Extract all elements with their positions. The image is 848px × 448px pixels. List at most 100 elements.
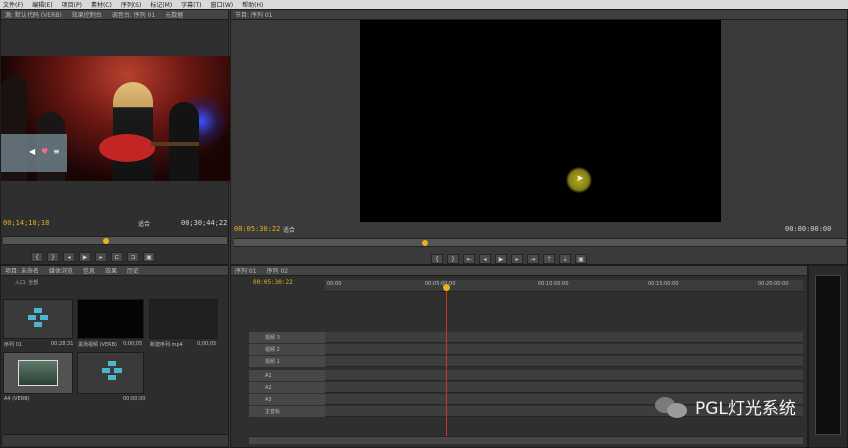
menu-marker[interactable]: 标记(M) xyxy=(150,0,172,9)
mark-out-button[interactable]: } xyxy=(47,252,59,262)
track-header[interactable]: A2 xyxy=(249,382,325,393)
program-go-out-button[interactable]: ⇥ xyxy=(527,254,539,264)
mark-in-button[interactable]: { xyxy=(31,252,43,262)
timeline-playhead-handle[interactable] xyxy=(443,284,450,291)
tab-sequence-02[interactable]: 序列 02 xyxy=(267,266,289,275)
program-mark-in-button[interactable]: { xyxy=(431,254,443,264)
tab-effects[interactable]: 效果 xyxy=(105,266,117,275)
program-play-button[interactable]: ▶ xyxy=(495,254,507,264)
track-header[interactable]: 视频 2 xyxy=(249,344,325,355)
lift-button[interactable]: ⇡ xyxy=(543,254,555,264)
menu-bar: 文件(F) 编辑(E) 项目(P) 素材(C) 序列(S) 标记(M) 字幕(T… xyxy=(0,0,848,9)
track-header[interactable]: 主音轨 xyxy=(249,406,325,417)
program-fit-select[interactable]: 适合 xyxy=(283,225,295,234)
item-duration: 00;28;31 xyxy=(51,341,74,347)
tab-program[interactable]: 节目: 序列 01 xyxy=(235,10,272,19)
program-step-back-button[interactable]: ◂ xyxy=(479,254,491,264)
track-header[interactable]: A1 xyxy=(249,370,325,381)
timeline-playhead-line[interactable] xyxy=(446,284,447,440)
watermark: PGL灯光系统 xyxy=(655,394,796,419)
menu-file[interactable]: 文件(F) xyxy=(3,0,23,9)
item-duration: 00;00;00 xyxy=(123,396,146,402)
list-icon[interactable]: ≡ xyxy=(53,147,60,156)
tab-media-browser[interactable]: 媒体浏览 xyxy=(49,266,73,275)
heart-icon[interactable]: ♥ xyxy=(41,147,48,156)
program-transport: { } ⇤ ◂ ▶ ▸ ⇥ ⇡ ⇣ ▣ xyxy=(431,252,587,266)
source-monitor-panel: 源: 默认代码 (VERB) 效果控制台 调音台: 序列 01 元数据 ◀ ♥ … xyxy=(0,9,230,265)
timeline-ruler[interactable]: 00:00 00:05:00:00 00:10:00:00 00:15:00:0… xyxy=(325,280,803,292)
audio-meter xyxy=(815,275,841,435)
source-playhead[interactable] xyxy=(103,238,109,244)
tab-audio-mixer[interactable]: 调音台: 序列 01 xyxy=(112,10,155,19)
source-timecode-current[interactable]: 00;14;10;18 xyxy=(3,219,49,227)
step-forward-button[interactable]: ▸ xyxy=(95,252,107,262)
step-back-button[interactable]: ◂ xyxy=(63,252,75,262)
menu-project[interactable]: 项目(P) xyxy=(62,0,82,9)
project-footer-toolbar xyxy=(3,434,228,446)
track-video-2[interactable]: 视频 2 xyxy=(249,344,803,355)
tab-sequence-01[interactable]: 序列 01 xyxy=(235,266,257,275)
project-item-mp4[interactable] xyxy=(149,299,218,339)
track-header[interactable]: 视频 3 xyxy=(249,332,325,343)
insert-button[interactable]: ⊏ xyxy=(111,252,123,262)
track-video-1[interactable]: 视频 1 xyxy=(249,356,803,367)
project-filter[interactable]: 入口: 全部 xyxy=(15,279,38,286)
timeline-panel: 序列 01 序列 02 00:05:30:22 00:00 00:05:00:0… xyxy=(230,265,808,448)
program-mark-out-button[interactable]: } xyxy=(447,254,459,264)
item-label: 黑场视频 (VERB) xyxy=(78,342,117,348)
player-overlay[interactable]: ◀ ♥ ≡ xyxy=(1,134,67,172)
tab-info[interactable]: 信息 xyxy=(83,266,95,275)
program-step-forward-button[interactable]: ▸ xyxy=(511,254,523,264)
menu-clip[interactable]: 素材(C) xyxy=(91,0,112,9)
source-video-frame[interactable]: ◀ ♥ ≡ xyxy=(1,56,230,181)
track-label: A2 xyxy=(265,384,272,391)
track-video-3[interactable]: 视频 3 xyxy=(249,332,803,343)
red-guitar xyxy=(99,134,155,162)
tab-history[interactable]: 历史 xyxy=(127,266,139,275)
project-item-sequence[interactable] xyxy=(3,299,73,339)
extract-button[interactable]: ⇣ xyxy=(559,254,571,264)
menu-edit[interactable]: 编辑(E) xyxy=(32,0,52,9)
item-label: A4 (VERB) xyxy=(4,396,30,402)
program-scrubber[interactable] xyxy=(234,238,846,247)
program-playhead[interactable] xyxy=(422,240,428,246)
clip-thumbnail xyxy=(18,360,58,386)
menu-window[interactable]: 窗口(W) xyxy=(211,0,234,9)
program-timecode-current[interactable]: 00:05:30:22 xyxy=(234,225,280,233)
track-label: A3 xyxy=(265,396,272,403)
track-audio-2[interactable]: A2 xyxy=(249,382,803,393)
project-item-sequence-2[interactable] xyxy=(77,352,144,394)
menu-title[interactable]: 字幕(T) xyxy=(181,0,201,9)
tab-effect-controls[interactable]: 效果控制台 xyxy=(72,10,102,19)
tab-source[interactable]: 源: 默认代码 (VERB) xyxy=(5,10,62,19)
play-button[interactable]: ▶ xyxy=(79,252,91,262)
project-item-black-video[interactable] xyxy=(77,299,144,339)
timeline-tabstrip: 序列 01 序列 02 xyxy=(231,266,807,276)
track-audio-1[interactable]: A1 xyxy=(249,370,803,381)
tab-project[interactable]: 项目: 未命名 xyxy=(5,266,39,275)
overwrite-button[interactable]: ⊐ xyxy=(127,252,139,262)
source-scrubber[interactable] xyxy=(3,236,227,245)
guitarist xyxy=(113,82,153,181)
project-item-video-clip[interactable] xyxy=(3,352,73,394)
export-frame-button[interactable]: ▣ xyxy=(143,252,155,262)
track-header[interactable]: A3 xyxy=(249,394,325,405)
source-timecode-duration: 00;30;44;22 xyxy=(181,219,228,227)
source-fit-select[interactable]: 适合 xyxy=(138,219,150,228)
item-label: 序列 01 xyxy=(4,342,22,348)
program-video-frame[interactable] xyxy=(360,20,721,222)
menu-sequence[interactable]: 序列(S) xyxy=(121,0,142,9)
program-go-in-button[interactable]: ⇤ xyxy=(463,254,475,264)
item-duration: 0;00;05 xyxy=(123,341,143,347)
volume-icon[interactable]: ◀ xyxy=(29,147,35,156)
timeline-timecode[interactable]: 00:05:30:22 xyxy=(253,279,293,286)
watermark-text: PGL灯光系统 xyxy=(695,399,796,419)
program-timecode-duration: 00:00:00:00 xyxy=(785,225,832,233)
timeline-scrollbar[interactable] xyxy=(249,436,803,444)
tab-metadata[interactable]: 元数据 xyxy=(165,10,183,19)
track-header[interactable]: 视频 1 xyxy=(249,356,325,367)
guitar-neck xyxy=(151,142,199,146)
program-export-frame-button[interactable]: ▣ xyxy=(575,254,587,264)
menu-help[interactable]: 帮助(H) xyxy=(242,0,263,9)
track-label: 视频 2 xyxy=(265,347,280,353)
